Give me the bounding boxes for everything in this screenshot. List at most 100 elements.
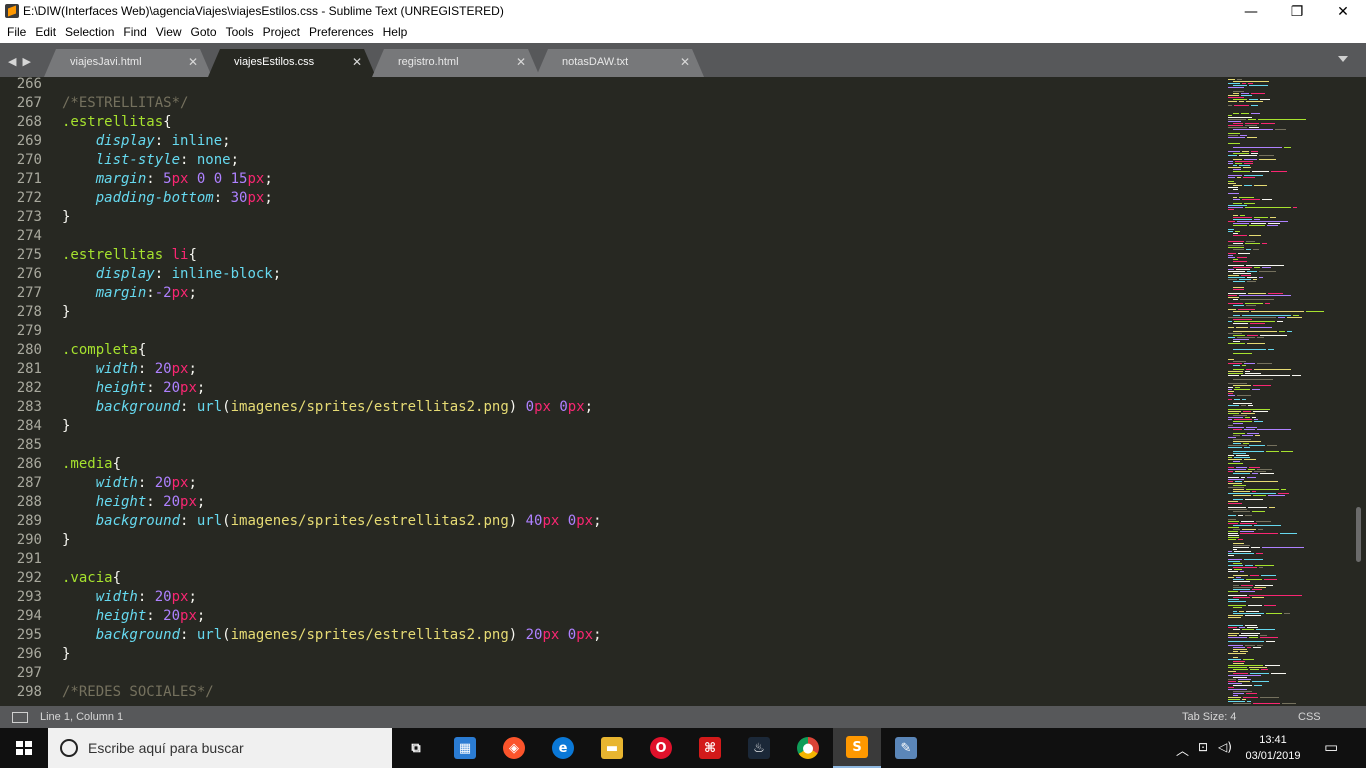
minimap-line <box>1228 405 1239 406</box>
minimap-line <box>1247 647 1251 648</box>
code-editor[interactable]: 266 267 268 269 270 271 272 273 274 275 276 277 278 2… <box>0 77 1366 706</box>
chrome-taskbar-button[interactable]: ● <box>784 728 832 768</box>
minimap-line <box>1242 435 1253 436</box>
minimap[interactable] <box>1224 77 1352 706</box>
code-token: width <box>95 475 138 491</box>
minimap-line <box>1228 321 1232 322</box>
syntax-selector[interactable]: CSS <box>1298 711 1321 723</box>
taskbar-clock[interactable]: 13:41 03/01/2019 <box>1240 732 1306 764</box>
steam-taskbar-button[interactable]: ♨ <box>735 728 783 768</box>
minimap-line <box>1256 629 1275 630</box>
tab-close-icon[interactable]: ✕ <box>352 55 362 69</box>
menu-project[interactable]: Project <box>263 23 300 43</box>
menu-preferences[interactable]: Preferences <box>309 23 374 43</box>
minimap-line <box>1265 665 1280 666</box>
code-token: px <box>542 627 560 643</box>
code-token: : <box>180 513 197 529</box>
minimap-line <box>1228 127 1247 128</box>
minimap-line <box>1238 309 1255 310</box>
acrobat-taskbar-button[interactable]: ⌘ <box>686 728 734 768</box>
minimap-line <box>1253 385 1271 386</box>
edge-taskbar-button[interactable]: e <box>539 728 587 768</box>
minimap-line <box>1228 383 1247 384</box>
minimap-line <box>1253 249 1259 250</box>
notifications-icon[interactable]: ▭ <box>1324 738 1338 756</box>
minimap-line <box>1243 659 1254 660</box>
menu-selection[interactable]: Selection <box>65 23 114 43</box>
menu-find[interactable]: Find <box>123 23 146 43</box>
minimize-button[interactable]: — <box>1228 0 1274 23</box>
minimap-line <box>1228 175 1242 176</box>
menu-goto[interactable]: Goto <box>191 23 217 43</box>
tab-viajesestilos-css[interactable]: viajesEstilos.css ✕ <box>208 49 376 77</box>
code-token: margin <box>95 285 147 301</box>
paint-taskbar-button[interactable]: ✎ <box>882 728 930 768</box>
tab-notasdaw-txt[interactable]: notasDAW.txt ✕ <box>536 49 704 77</box>
minimap-line <box>1234 551 1251 552</box>
tab-viajesjavi-html[interactable]: viajesJavi.html ✕ <box>44 49 212 77</box>
line-number: 293 <box>16 589 42 605</box>
code-token: 0 <box>525 399 535 415</box>
minimap-line <box>1251 153 1258 154</box>
minimap-line <box>1228 269 1234 270</box>
minimap-line <box>1252 597 1264 598</box>
task-view-taskbar-button[interactable]: ⧉ <box>392 728 440 768</box>
minimap-line <box>1233 677 1247 678</box>
code-token: ( <box>222 513 231 529</box>
minimap-line <box>1255 585 1273 586</box>
tab-dropdown-icon[interactable] <box>1338 56 1348 62</box>
minimap-line <box>1268 495 1285 496</box>
minimap-line <box>1246 249 1251 250</box>
menu-view[interactable]: View <box>156 23 182 43</box>
minimap-line <box>1271 171 1287 172</box>
menu-edit[interactable]: Edit <box>35 23 56 43</box>
opera-taskbar-button[interactable]: O <box>637 728 685 768</box>
file-explorer-taskbar-button[interactable]: ▬ <box>588 728 636 768</box>
maximize-button[interactable]: ❐ <box>1274 0 1320 23</box>
minimap-line <box>1233 217 1252 218</box>
tab-registro-html[interactable]: registro.html ✕ <box>372 49 540 77</box>
volume-icon[interactable]: ◁) <box>1218 740 1232 754</box>
tab-close-icon[interactable]: ✕ <box>188 55 198 69</box>
minimap-line <box>1228 391 1234 392</box>
minimap-line <box>1228 683 1242 684</box>
menu-help[interactable]: Help <box>383 23 408 43</box>
minimap-line <box>1228 399 1232 400</box>
brave-taskbar-button[interactable]: ◈ <box>490 728 538 768</box>
minimap-line <box>1238 253 1250 254</box>
minimap-line <box>1228 343 1245 344</box>
minimap-line <box>1254 587 1266 588</box>
tab-size-selector[interactable]: Tab Size: 4 <box>1182 711 1236 723</box>
store-taskbar-button[interactable]: ▦ <box>441 728 489 768</box>
code-token: url <box>196 399 223 415</box>
tab-close-icon[interactable]: ✕ <box>680 55 690 69</box>
minimap-line <box>1228 387 1233 388</box>
menu-file[interactable]: File <box>7 23 26 43</box>
network-icon[interactable]: ⊡ <box>1198 740 1208 754</box>
minimap-line <box>1254 419 1258 420</box>
console-toggle-icon[interactable] <box>12 712 28 723</box>
close-button[interactable]: ✕ <box>1320 0 1366 23</box>
minimap-line <box>1233 575 1248 576</box>
minimap-line <box>1284 147 1291 148</box>
minimap-line <box>1258 529 1263 530</box>
code-token: ; <box>230 152 240 168</box>
minimap-line <box>1233 489 1244 490</box>
sublime-text-taskbar-button[interactable]: S <box>833 728 881 768</box>
tab-close-icon[interactable]: ✕ <box>516 55 526 69</box>
minimap-line <box>1228 135 1238 136</box>
menu-tools[interactable]: Tools <box>226 23 254 43</box>
minimap-line <box>1243 167 1251 168</box>
paint-icon: ✎ <box>895 737 917 759</box>
code-token: width <box>95 589 138 605</box>
line-number: 274 <box>16 228 42 244</box>
taskbar-search-box[interactable]: Escribe aquí para buscar <box>48 728 424 768</box>
minimap-line <box>1233 549 1237 550</box>
vertical-scrollbar[interactable] <box>1354 77 1362 706</box>
show-hidden-icons-icon[interactable]: ︿ <box>1176 740 1189 759</box>
tab-nav-arrows-icon[interactable]: ◀▶ <box>8 55 37 68</box>
scrollbar-thumb[interactable] <box>1356 507 1361 562</box>
minimap-line <box>1242 315 1291 316</box>
start-button[interactable] <box>0 728 48 768</box>
